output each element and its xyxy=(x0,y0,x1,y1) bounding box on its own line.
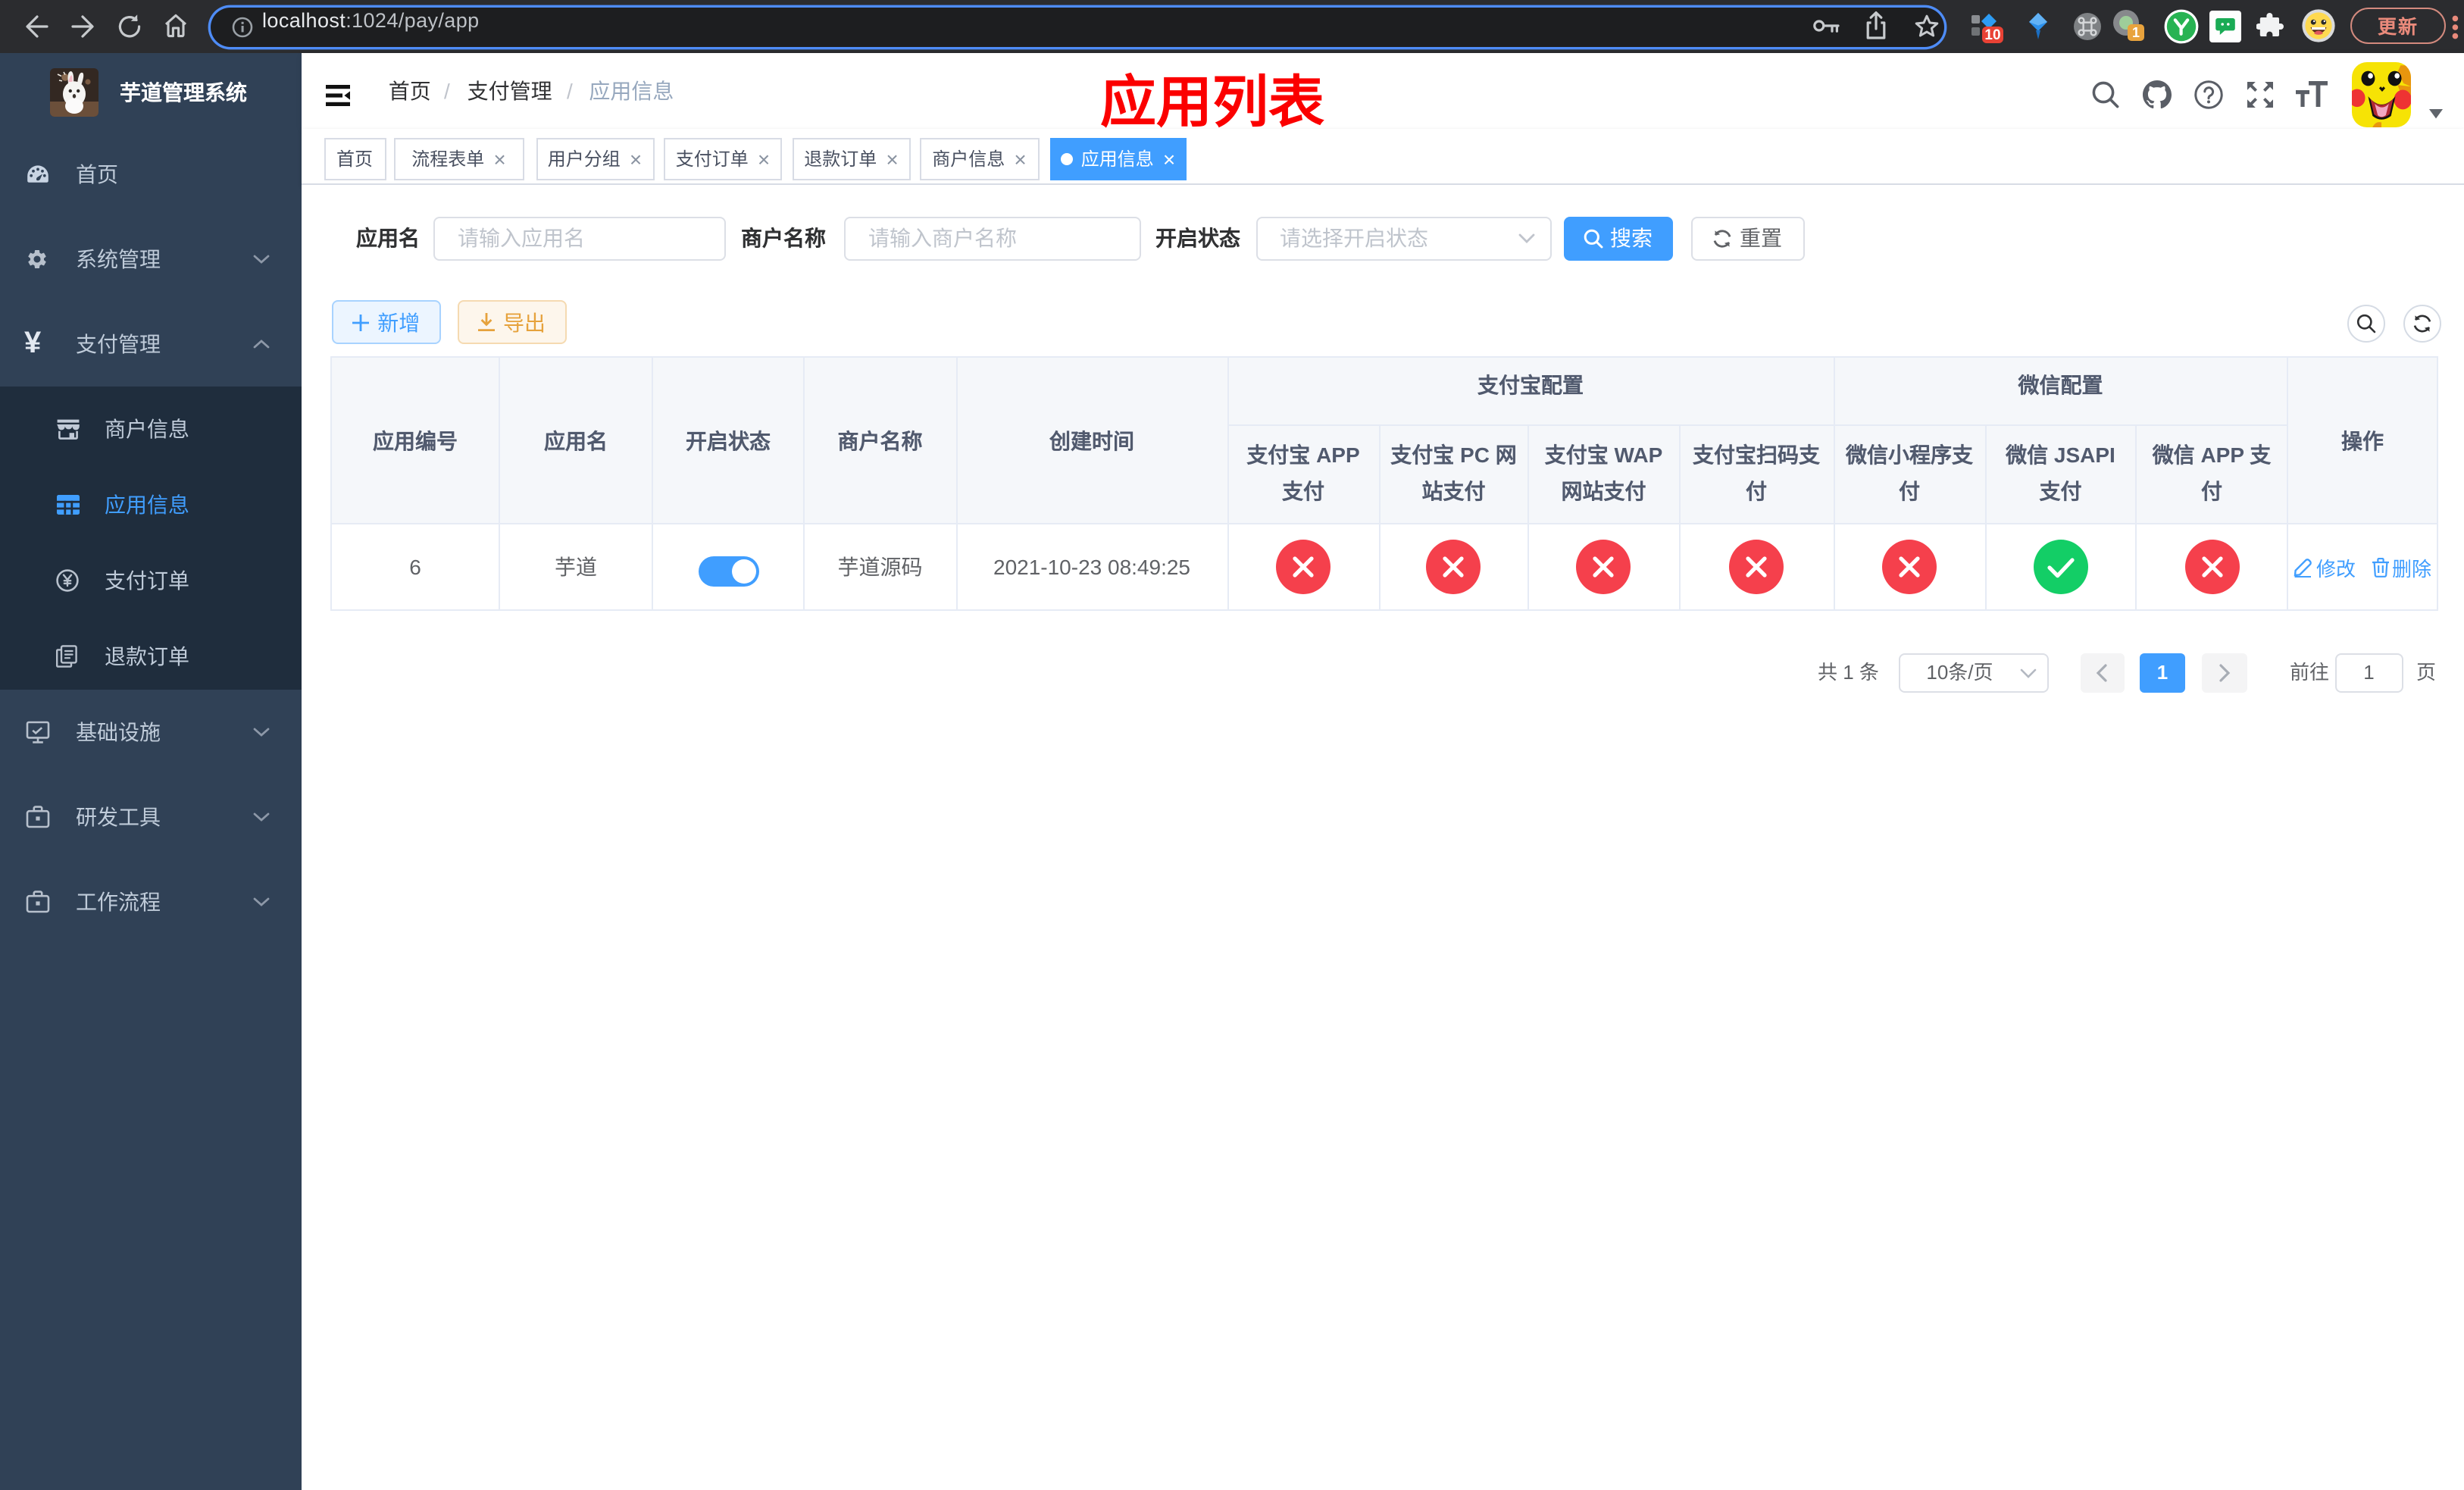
svg-text:1: 1 xyxy=(2132,25,2140,40)
svg-text:10: 10 xyxy=(1984,27,2000,43)
